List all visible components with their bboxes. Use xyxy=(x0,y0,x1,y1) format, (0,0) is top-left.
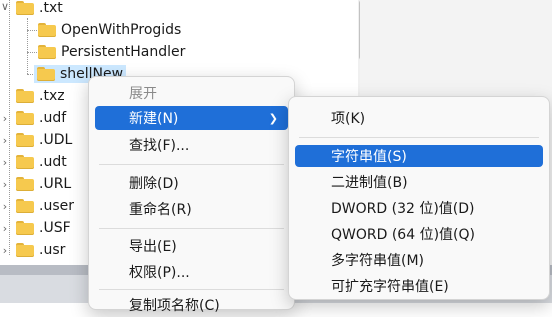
submenu-item-string-value[interactable]: 字符串值(S) xyxy=(295,145,543,167)
tree-item-txt[interactable]: ∨ .txt xyxy=(0,0,63,19)
context-menu: 展开 新建(N) ❯ 查找(F)... 删除(D) 重命名(R) 导出(E) 权… xyxy=(88,76,295,314)
menu-separator xyxy=(99,164,284,165)
tree-item-label: .udf xyxy=(39,110,67,126)
tree-item-user[interactable]: › .user xyxy=(0,195,74,217)
tree-item-persistenthandler[interactable]: PersistentHandler xyxy=(38,41,185,63)
folder-icon xyxy=(16,243,34,257)
folder-icon xyxy=(16,177,34,191)
menu-separator xyxy=(99,228,284,229)
menu-item-label: 展开 xyxy=(129,86,157,102)
tree-item-label: .user xyxy=(39,198,74,214)
chevron-right-icon[interactable]: › xyxy=(0,112,10,125)
folder-icon xyxy=(16,155,34,169)
tree-item-label: PersistentHandler xyxy=(61,44,186,60)
tree-item-txz[interactable]: .txz xyxy=(0,85,65,107)
menu-item-copy-key-name[interactable]: 复制项名称(C) xyxy=(95,293,288,317)
menu-item-label: 二进制值(B) xyxy=(331,175,408,191)
submenu-item-key[interactable]: 项(K) xyxy=(295,106,543,130)
tree-item-label: .UDL xyxy=(39,132,73,148)
tree-item-url[interactable]: › .URL xyxy=(0,173,71,195)
tree-item-label: OpenWithProgids xyxy=(61,22,182,38)
menu-item-label: 导出(E) xyxy=(129,239,177,255)
chevron-right-icon[interactable]: › xyxy=(0,134,10,147)
chevron-right-icon[interactable]: › xyxy=(0,222,10,235)
chevron-right-icon[interactable]: › xyxy=(0,244,10,257)
menu-separator xyxy=(299,137,539,138)
menu-separator xyxy=(99,289,284,290)
submenu-item-dword-value[interactable]: DWORD (32 位)值(D) xyxy=(295,196,543,220)
tree-item-label: .txz xyxy=(39,88,65,104)
menu-item-label: 字符串值(S) xyxy=(331,149,407,165)
tree-item-udf[interactable]: › .udf xyxy=(0,107,66,129)
menu-item-label: 多字符串值(M) xyxy=(331,253,425,269)
folder-icon xyxy=(38,23,56,37)
submenu-item-qword-value[interactable]: QWORD (64 位)值(Q) xyxy=(295,222,543,246)
menu-item-label: 可扩充字符串值(E) xyxy=(331,279,449,295)
chevron-down-icon[interactable]: ∨ xyxy=(0,0,10,13)
chevron-right-icon[interactable]: › xyxy=(0,178,10,191)
menu-item-label: 新建(N) xyxy=(129,111,179,127)
chevron-right-icon[interactable]: › xyxy=(0,156,10,169)
menu-item-label: QWORD (64 位)值(Q) xyxy=(331,227,475,243)
tree-item-udt[interactable]: › .udt xyxy=(0,151,67,173)
menu-item-export[interactable]: 导出(E) xyxy=(95,234,288,258)
menu-item-label: 查找(F)... xyxy=(129,138,190,154)
submenu-item-binary-value[interactable]: 二进制值(B) xyxy=(295,170,543,194)
tree-item-label: .USF xyxy=(39,220,71,236)
submenu-item-expandable-string-value[interactable]: 可扩充字符串值(E) xyxy=(295,274,543,298)
tree-item-usf[interactable]: › .USF xyxy=(0,217,71,239)
tree-item-label: .URL xyxy=(39,176,72,192)
menu-item-rename[interactable]: 重命名(R) xyxy=(95,197,288,221)
tree-item-label: .usr xyxy=(39,242,66,258)
menu-item-expand: 展开 xyxy=(95,81,288,105)
tree-item-label: .udt xyxy=(39,154,67,170)
folder-icon xyxy=(16,111,34,125)
folder-icon xyxy=(16,89,34,103)
chevron-right-icon[interactable]: › xyxy=(0,200,10,213)
tree-guide-line xyxy=(27,30,37,31)
submenu-item-multi-string-value[interactable]: 多字符串值(M) xyxy=(295,248,543,272)
folder-icon xyxy=(16,133,34,147)
tree-item-usr[interactable]: › .usr xyxy=(0,239,66,261)
menu-item-permissions[interactable]: 权限(P)... xyxy=(95,260,288,284)
tree-item-openwithprogids[interactable]: OpenWithProgids xyxy=(38,19,181,41)
tree-guide-line xyxy=(27,18,28,74)
chevron-right-icon: ❯ xyxy=(268,111,278,125)
menu-item-label: 项(K) xyxy=(331,111,366,127)
tree-item-label: .txt xyxy=(39,0,63,16)
menu-item-new[interactable]: 新建(N) ❯ xyxy=(95,106,288,130)
folder-icon xyxy=(16,221,34,235)
folder-icon xyxy=(16,1,34,15)
new-submenu: 项(K) 字符串值(S) 二进制值(B) DWORD (32 位)值(D) QW… xyxy=(288,96,550,300)
folder-icon xyxy=(37,67,55,81)
menu-item-label: 删除(D) xyxy=(129,176,179,192)
folder-icon xyxy=(38,45,56,59)
tree-guide-line xyxy=(27,52,37,53)
menu-item-label: 重命名(R) xyxy=(129,202,192,218)
menu-item-find[interactable]: 查找(F)... xyxy=(95,133,288,157)
menu-item-label: 权限(P)... xyxy=(129,265,190,281)
tree-item-udl[interactable]: › .UDL xyxy=(0,129,72,151)
menu-item-label: DWORD (32 位)值(D) xyxy=(331,201,475,217)
menu-item-delete[interactable]: 删除(D) xyxy=(95,171,288,195)
menu-item-label: 复制项名称(C) xyxy=(129,298,220,314)
folder-icon xyxy=(16,199,34,213)
